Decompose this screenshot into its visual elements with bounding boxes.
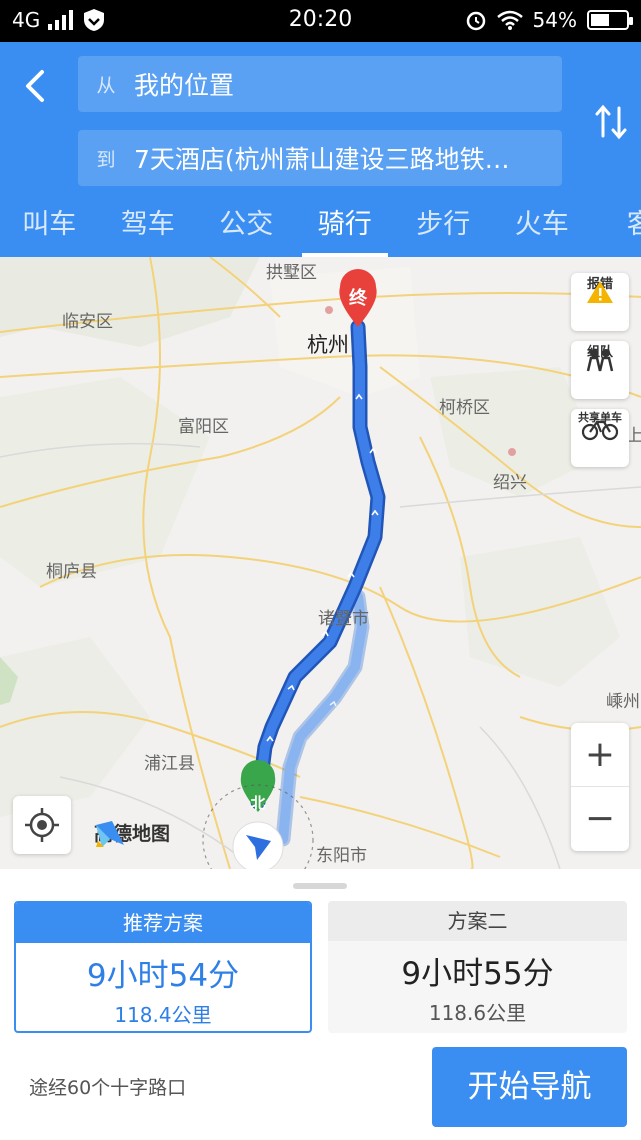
wifi-icon	[496, 10, 523, 30]
back-arrow-icon[interactable]	[14, 64, 58, 108]
battery-fill	[591, 14, 609, 26]
destination-prefix: 到	[96, 148, 116, 171]
map-label: 桐庐县	[46, 562, 97, 582]
plan-duration: 9小时55分	[401, 956, 554, 992]
map-label: 东阳市	[316, 846, 367, 866]
battery-percent: 54%	[532, 8, 577, 32]
tab-cycling[interactable]: 骑行	[296, 200, 395, 257]
alarm-icon	[466, 11, 485, 31]
route-via-info: 途经60个十字路口	[29, 1077, 187, 1099]
map-view[interactable]: 拱墅区 临安区 杭州 柯桥区 富阳区 绍兴 桐庐县 诸暨市 嵊州 浦江县 东阳市…	[0, 257, 641, 869]
map-label: 嵊州	[606, 692, 640, 712]
crosshair-icon	[25, 808, 59, 842]
destination-value: 7天酒店(杭州萧山建设三路地铁…	[134, 145, 510, 174]
tab-drive[interactable]: 驾车	[99, 200, 198, 257]
tab-taxi[interactable]: 叫车	[0, 200, 99, 257]
tab-train[interactable]: 火车	[493, 200, 592, 257]
plan-duration: 9小时54分	[86, 958, 240, 994]
swap-icon[interactable]	[593, 102, 629, 142]
route-plans-sheet: 推荐方案 9小时54分 118.4公里 方案二 9小时55分 118.6公里 途…	[0, 869, 641, 1140]
plan-distance: 118.6公里	[428, 1001, 527, 1025]
travel-mode-tabs: 叫车 驾车 公交 骑行 步行 火车 客	[0, 200, 641, 257]
end-marker[interactable]: 终	[347, 284, 369, 310]
tab-transit[interactable]: 公交	[197, 200, 296, 257]
map-label: 临安区	[62, 312, 113, 332]
route-header: 从 我的位置 到 7天酒店(杭州萧山建设三路地铁… 叫车 驾车 公交 骑行 步行…	[0, 42, 641, 257]
team-icon	[586, 349, 614, 372]
shared-bike-button[interactable]: 共享单车	[571, 409, 629, 467]
drag-handle[interactable]	[293, 883, 347, 889]
start-marker[interactable]: 北	[248, 792, 268, 813]
map-label: 杭州	[307, 333, 349, 357]
warning-icon	[587, 281, 613, 303]
plan-card-alternative[interactable]: 方案二 9小时55分 118.6公里	[328, 901, 627, 1033]
team-button[interactable]: 组队	[571, 341, 629, 399]
plan-title: 推荐方案	[16, 903, 310, 943]
battery-icon	[587, 10, 633, 30]
plan-card-recommended[interactable]: 推荐方案 9小时54分 118.4公里	[14, 901, 312, 1033]
map-label: 柯桥区	[439, 398, 490, 418]
status-right: 54%	[465, 8, 633, 32]
amap-logo: 高德地图	[94, 819, 170, 847]
bicycle-icon	[581, 420, 619, 441]
plan-distance: 118.4公里	[114, 1003, 212, 1027]
origin-field[interactable]: 从 我的位置	[78, 56, 562, 112]
tab-coach[interactable]: 客	[591, 200, 641, 257]
locate-button[interactable]	[13, 796, 71, 854]
report-error-button[interactable]: 报错	[571, 273, 629, 331]
map-label: 拱墅区	[266, 263, 317, 283]
origin-prefix: 从	[96, 74, 116, 97]
map-label: 浦江县	[144, 754, 195, 774]
map-label: 绍兴	[493, 473, 527, 493]
origin-value: 我的位置	[134, 71, 235, 100]
start-navigation-button[interactable]: 开始导航	[432, 1047, 627, 1127]
zoom-out-button[interactable]: −	[571, 787, 629, 851]
tab-walk[interactable]: 步行	[394, 200, 493, 257]
zoom-in-button[interactable]: +	[571, 723, 629, 787]
destination-field[interactable]: 到 7天酒店(杭州萧山建设三路地铁…	[78, 130, 562, 186]
status-bar: 4G 20:20 54%	[0, 0, 641, 42]
map-label: 诸暨市	[318, 609, 369, 629]
plan-title: 方案二	[328, 901, 627, 941]
amap-logo-icon	[96, 821, 124, 847]
map-label: 富阳区	[178, 417, 229, 437]
zoom-control: + −	[571, 723, 629, 851]
